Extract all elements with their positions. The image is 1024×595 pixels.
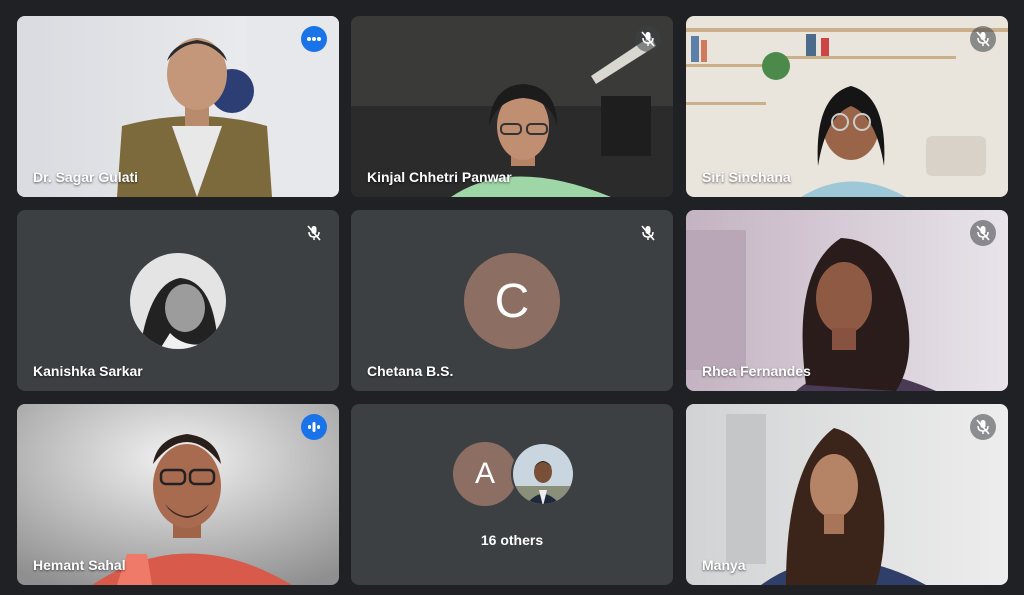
participant-name: Kinjal Chhetri Panwar [367,169,512,185]
avatar: C [464,253,560,349]
participant-tile-chetana[interactable]: C Chetana B.S. [351,210,673,391]
participant-name: Siri Sinchana [702,169,791,185]
others-tile[interactable]: A 16 others [351,404,673,585]
participant-name: Dr. Sagar Gulati [33,169,139,185]
mic-off-indicator [970,26,996,52]
participant-name: Chetana B.S. [367,363,454,379]
participant-name: Kanishka Sarkar [33,363,143,379]
mic-off-icon [976,31,990,47]
others-avatar: A [453,442,517,506]
participant-name: Manya [702,557,746,573]
participant-tile-rhea[interactable]: Rhea Fernandes [686,210,1008,391]
mic-off-indicator [970,414,996,440]
mic-off-icon [307,225,321,241]
avatar-letter: A [474,457,495,490]
speaking-icon [308,422,320,432]
participant-tile-kanishka[interactable]: Kanishka Sarkar [17,210,339,391]
participant-tile-manya[interactable]: Manya [686,404,1008,585]
participant-tile-sagar[interactable]: Dr. Sagar Gulati [17,16,339,197]
participant-tile-hemant[interactable]: Hemant Sahal [17,404,339,585]
mic-off-icon [976,225,990,241]
mic-off-indicator [970,220,996,246]
participant-tile-kinjal[interactable]: Kinjal Chhetri Panwar [351,16,673,197]
speaking-indicator [301,414,327,440]
others-avatar-photo [511,442,575,506]
mic-off-indicator [635,220,661,246]
more-options-icon [307,37,321,41]
avatar [130,253,226,349]
mic-off-indicator [635,26,661,52]
participant-tile-siri[interactable]: Siri Sinchana [686,16,1008,197]
avatar-letter: C [494,274,530,328]
mic-off-icon [641,225,655,241]
more-options-button[interactable] [301,26,327,52]
mic-off-icon [641,31,655,47]
mic-off-indicator [301,220,327,246]
participant-name: Rhea Fernandes [702,363,811,379]
mic-off-icon [976,419,990,435]
participant-name: Hemant Sahal [33,557,126,573]
others-count-label: 16 others [480,532,544,548]
